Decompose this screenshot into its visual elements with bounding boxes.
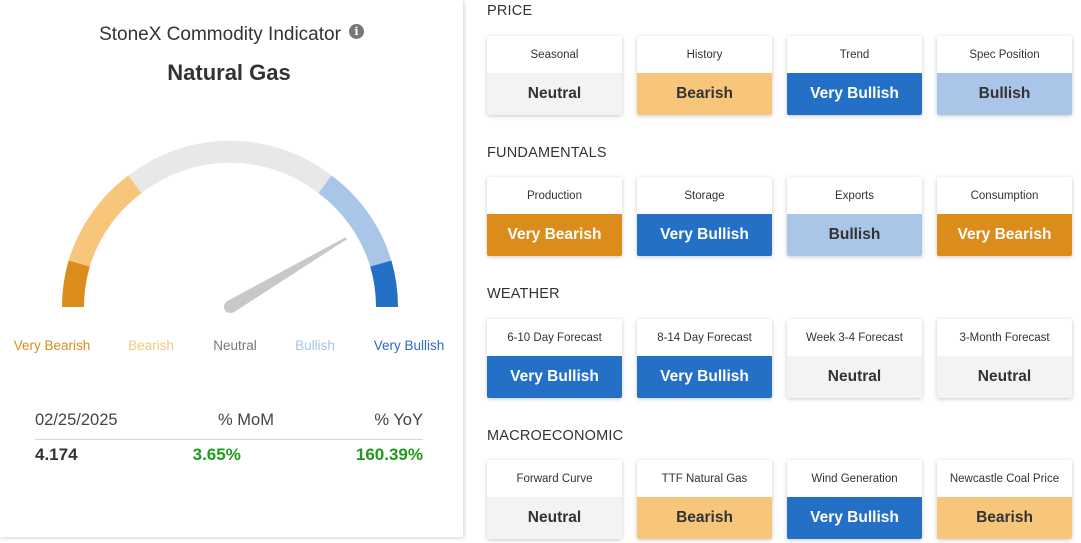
card-label: Production <box>527 189 582 202</box>
card-sentiment: Bullish <box>787 214 922 256</box>
section-title-price: PRICE <box>487 3 533 19</box>
card-3-month-forecast[interactable]: 3-Month Forecast Neutral <box>937 319 1072 398</box>
card-sentiment: Bearish <box>637 73 772 115</box>
card-label: 6-10 Day Forecast <box>507 331 602 344</box>
card-label: History <box>686 48 723 61</box>
card-label: Forward Curve <box>516 472 593 485</box>
card-label: 3-Month Forecast <box>959 331 1050 344</box>
stats-price: 4.174 <box>35 445 78 464</box>
card-label: 8-14 Day Forecast <box>657 331 752 344</box>
card-label: Exports <box>835 189 874 202</box>
indicator-title-row: StoneX Commodity Indicator i <box>0 24 463 46</box>
section-title-macroeconomic: MACROECONOMIC <box>487 428 624 444</box>
card-sentiment: Very Bearish <box>487 214 622 256</box>
gauge-label-very-bullish: Very Bullish <box>373 338 445 353</box>
price-stats: 02/25/2025 % MoM % YoY 4.174 3.65% 160.3… <box>35 411 423 465</box>
card-8-14-day-forecast[interactable]: 8-14 Day Forecast Very Bullish <box>637 319 772 398</box>
commodity-name: Natural Gas <box>167 60 291 85</box>
card-consumption[interactable]: Consumption Very Bearish <box>937 177 1072 256</box>
sentiment-gauge <box>61 140 399 313</box>
card-seasonal[interactable]: Seasonal Neutral <box>487 36 622 115</box>
card-label: TTF Natural Gas <box>661 472 748 485</box>
gauge-label-bullish: Bullish <box>295 338 335 353</box>
card-ttf-natural-gas[interactable]: TTF Natural Gas Bearish <box>637 460 772 539</box>
card-history[interactable]: History Bearish <box>637 36 772 115</box>
stats-yoy-label: % YoY <box>374 411 423 429</box>
gauge-segment-very-bearish <box>61 260 90 308</box>
card-wind-generation[interactable]: Wind Generation Very Bullish <box>787 460 922 539</box>
card-sentiment: Very Bullish <box>637 214 772 256</box>
section-title-fundamentals: FUNDAMENTALS <box>487 145 607 161</box>
stats-mom-value: 3.65% <box>192 445 241 464</box>
card-sentiment: Neutral <box>937 356 1072 398</box>
gauge-legend: Very Bearish Bearish Neutral Bullish Ver… <box>0 338 463 358</box>
indicator-title: StoneX Commodity Indicator <box>99 24 341 45</box>
card-sentiment: Very Bullish <box>487 356 622 398</box>
card-week-3-4-forecast[interactable]: Week 3-4 Forecast Neutral <box>787 319 922 398</box>
card-exports[interactable]: Exports Bullish <box>787 177 922 256</box>
card-sentiment: Very Bullish <box>787 73 922 115</box>
card-sentiment: Neutral <box>787 356 922 398</box>
card-label: Consumption <box>970 189 1039 202</box>
stats-value-row: 4.174 3.65% 160.39% <box>35 440 423 465</box>
card-sentiment: Very Bullish <box>637 356 772 398</box>
card-newcastle-coal-price[interactable]: Newcastle Coal Price Bearish <box>937 460 1072 539</box>
gauge-needle <box>226 237 347 313</box>
section-title-weather: WEATHER <box>487 286 560 302</box>
card-label: Newcastle Coal Price <box>949 472 1060 485</box>
card-sentiment: Neutral <box>487 497 622 539</box>
stats-yoy-value: 160.39% <box>355 445 423 464</box>
card-label: Seasonal <box>530 48 579 61</box>
card-label: Week 3-4 Forecast <box>806 331 903 344</box>
card-sentiment: Neutral <box>487 73 622 115</box>
gauge-label-very-bearish: Very Bearish <box>13 338 91 353</box>
card-sentiment: Bearish <box>937 497 1072 539</box>
gauge-label-neutral: Neutral <box>213 338 257 353</box>
gauge-label-bearish: Bearish <box>128 338 174 353</box>
indicator-panel: StoneX Commodity Indicator i Natural Gas … <box>0 0 463 537</box>
card-sentiment: Bearish <box>637 497 772 539</box>
card-trend[interactable]: Trend Very Bullish <box>787 36 922 115</box>
card-label: Storage <box>684 189 725 202</box>
card-storage[interactable]: Storage Very Bullish <box>637 177 772 256</box>
card-production[interactable]: Production Very Bearish <box>487 177 622 256</box>
card-label: Wind Generation <box>811 472 898 485</box>
card-sentiment: Very Bearish <box>937 214 1072 256</box>
card-spec-position[interactable]: Spec Position Bullish <box>937 36 1072 115</box>
gauge-needle-cap <box>224 301 236 313</box>
stats-date: 02/25/2025 <box>35 411 118 429</box>
stats-mom-label: % MoM <box>218 411 274 429</box>
card-6-10-day-forecast[interactable]: 6-10 Day Forecast Very Bullish <box>487 319 622 398</box>
card-sentiment: Bullish <box>937 73 1072 115</box>
card-sentiment: Very Bullish <box>787 497 922 539</box>
gauge-segment-neutral <box>128 140 332 194</box>
gauge-segment-very-bullish <box>370 260 399 308</box>
info-icon[interactable]: i <box>348 24 364 39</box>
gauge-segment-bearish <box>68 175 142 267</box>
card-forward-curve[interactable]: Forward Curve Neutral <box>487 460 622 539</box>
stats-header-row: 02/25/2025 % MoM % YoY <box>35 411 423 440</box>
gauge-segment-bullish <box>318 175 392 267</box>
card-label: Spec Position <box>969 48 1040 61</box>
card-label: Trend <box>839 48 870 61</box>
